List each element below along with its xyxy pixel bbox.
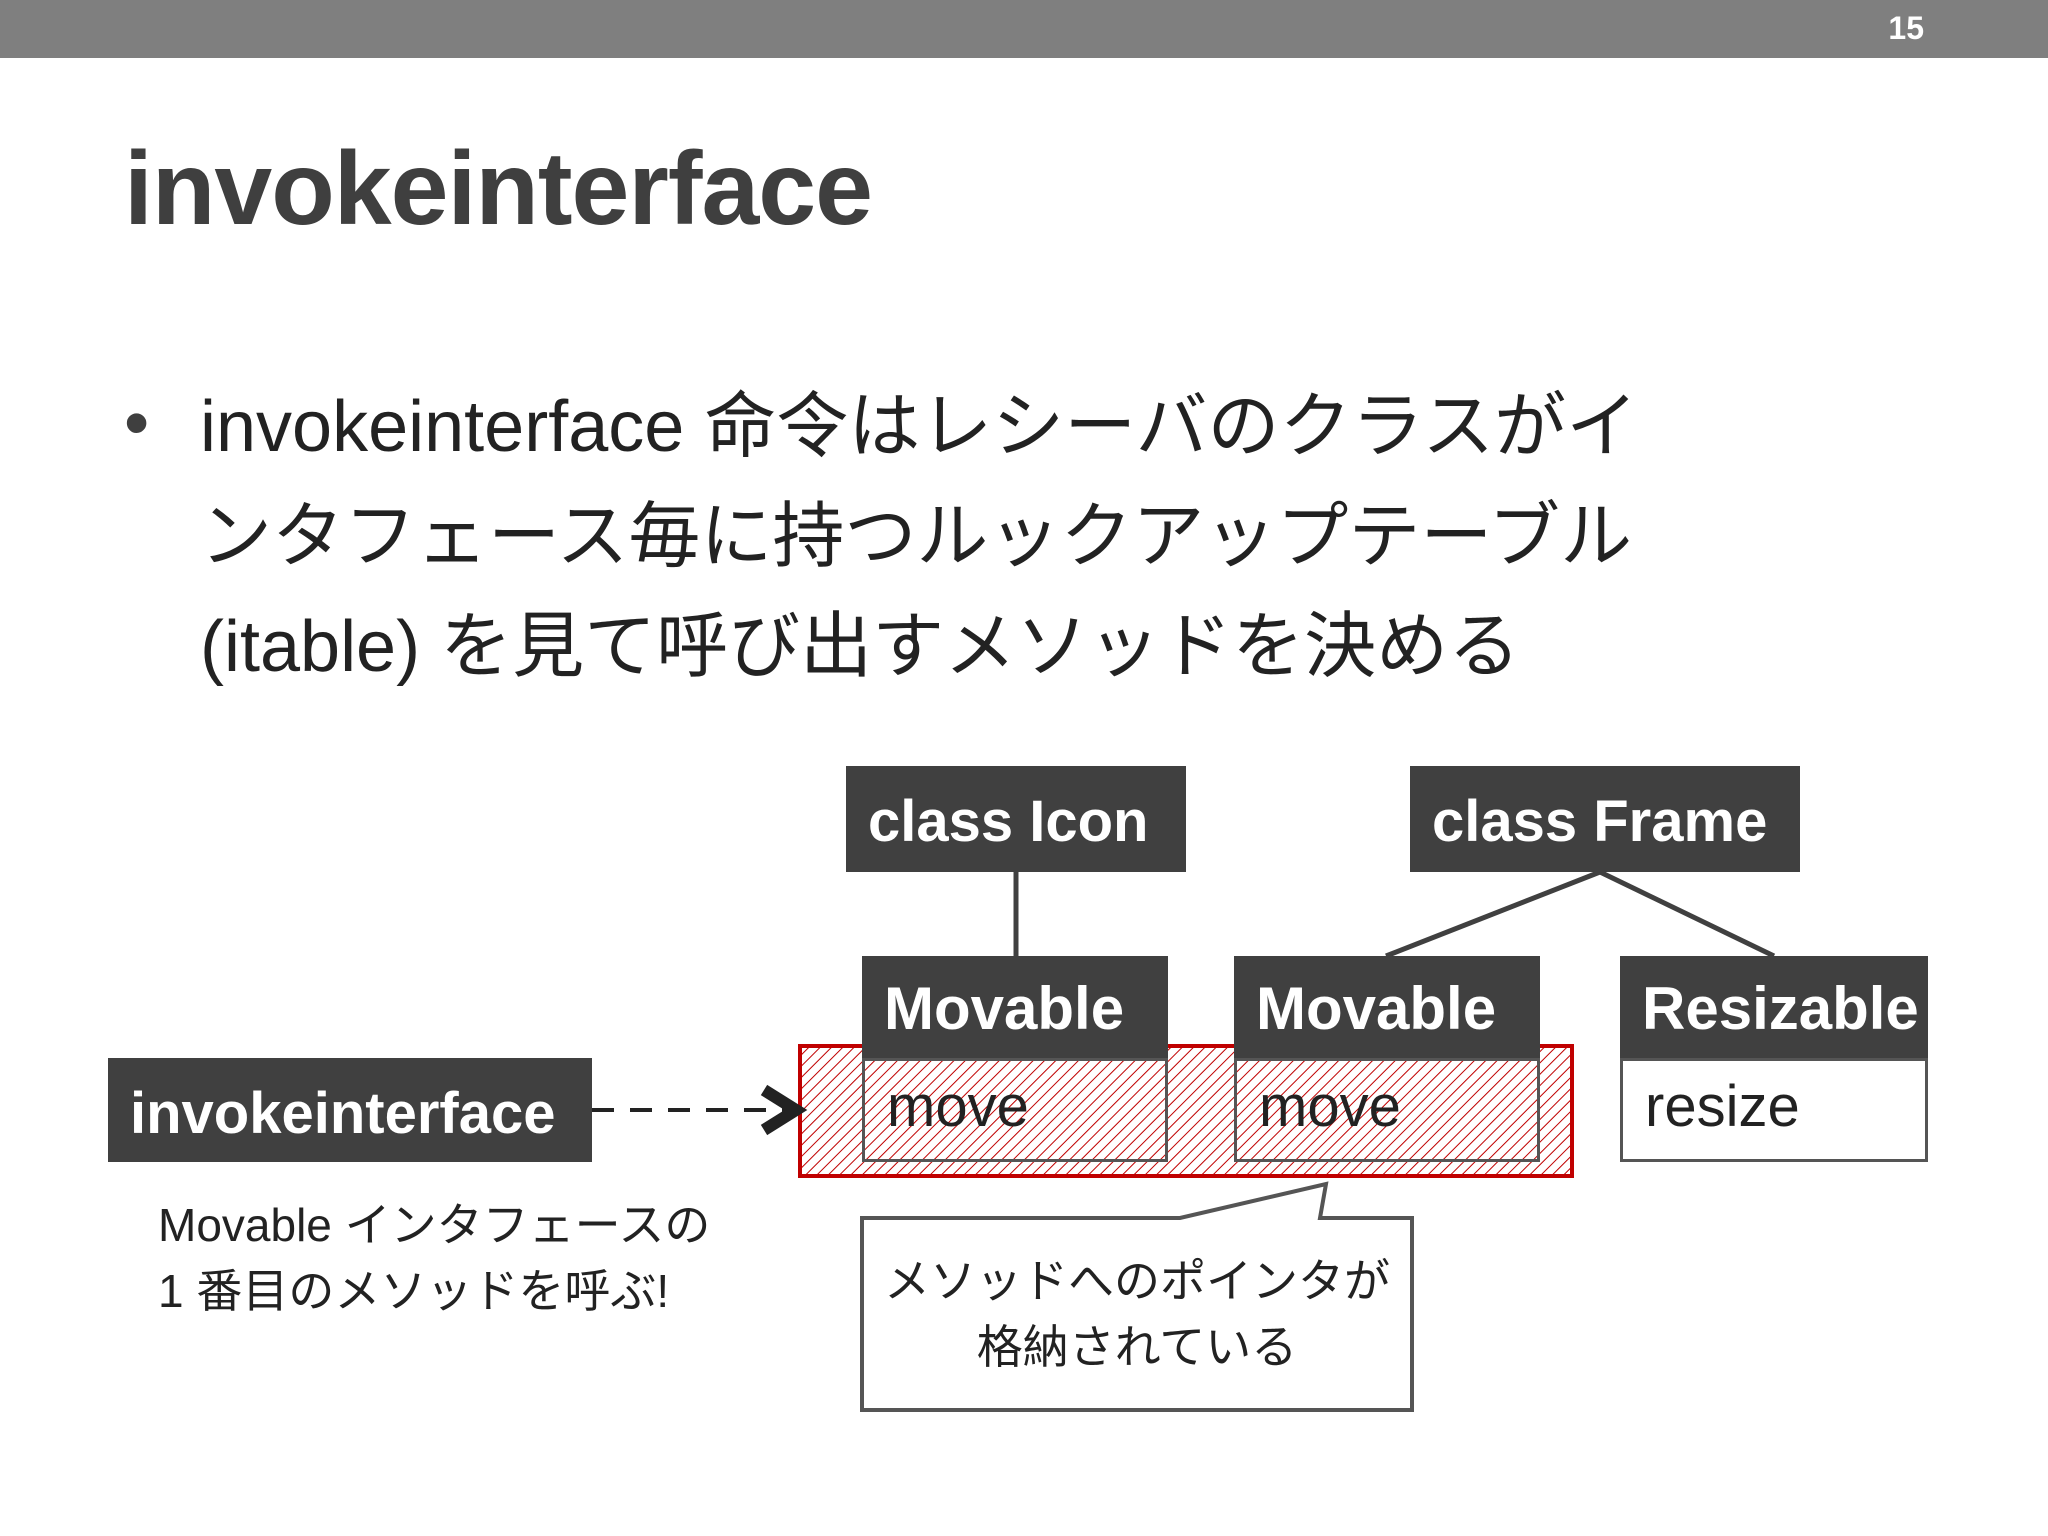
caption-line: Movable インタフェースの: [158, 1199, 711, 1251]
callout-line: 格納されている: [976, 1321, 1298, 1373]
method-cell-move-frame: move: [1234, 1058, 1540, 1162]
callout-line: メソッドへのポインタが: [884, 1255, 1390, 1307]
interface-resizable-frame: Resizable: [1620, 956, 1928, 1060]
class-frame-box: class Frame: [1410, 766, 1800, 872]
method-cell-move-icon: move: [862, 1058, 1168, 1162]
instruction-box: invokeinterface: [108, 1058, 592, 1162]
interface-movable-frame: Movable: [1234, 956, 1540, 1060]
frame-connector-right: [1598, 869, 1776, 959]
callout-text: メソッドへのポインタが 格納されている: [862, 1248, 1412, 1380]
class-icon-box: class Icon: [846, 766, 1186, 872]
caption-line: 1 番目のメソッドを呼ぶ!: [158, 1265, 670, 1317]
frame-connector-left: [1385, 869, 1601, 959]
method-cell-resize: resize: [1620, 1058, 1928, 1162]
instruction-caption: Movable インタフェースの 1 番目のメソッドを呼ぶ!: [158, 1192, 710, 1324]
interface-movable-icon: Movable: [862, 956, 1168, 1060]
